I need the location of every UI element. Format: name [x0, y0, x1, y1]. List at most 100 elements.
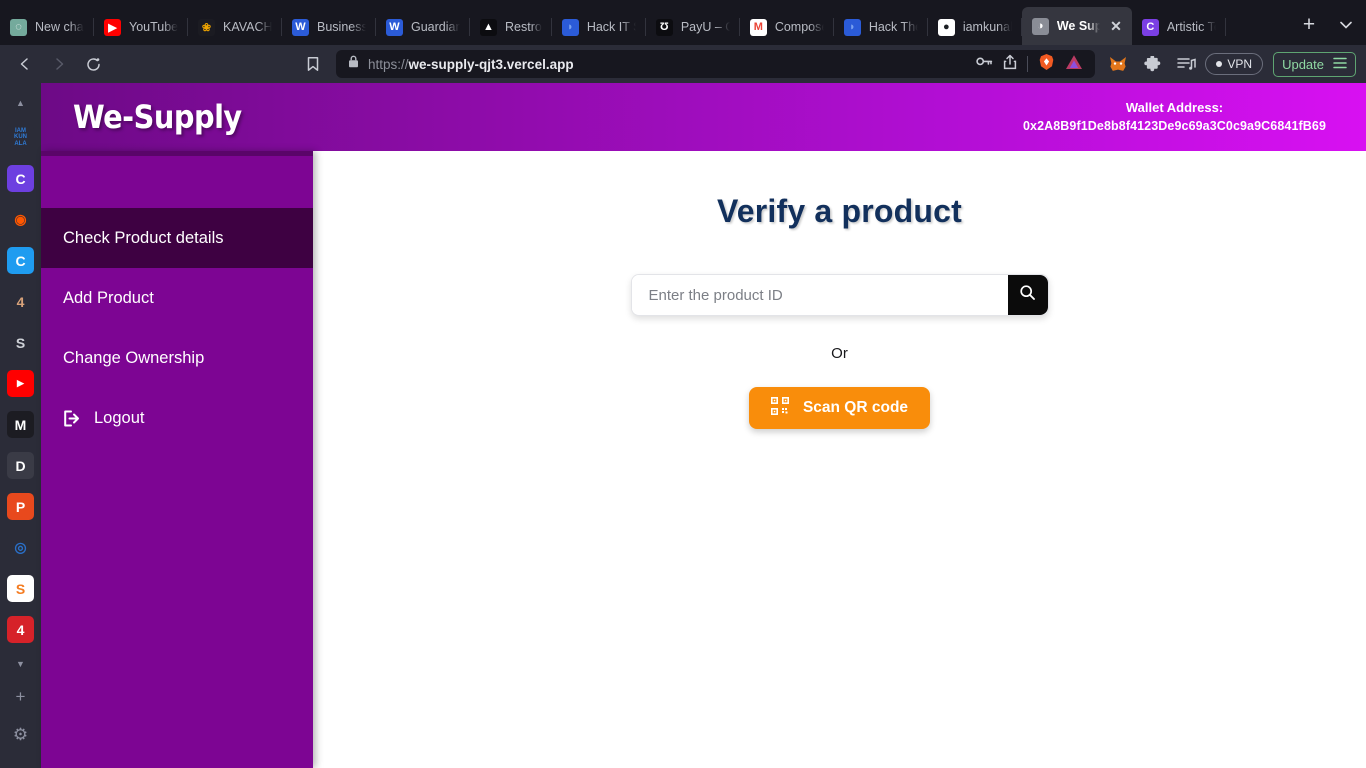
browser-tab[interactable]: ◌ New chat — [0, 9, 94, 45]
browser-content-area: ▲ IAM KUN ALA C ◉ C ὆4 S ▶ M D P ◎ S 4 ▼ + ⚙ We-Supply W… — [0, 83, 1366, 768]
browser-toolbar: https://we-supply-qjt3.vercel.app VPN Up… — [0, 45, 1366, 83]
shield-4-bookmark[interactable]: 4 — [7, 616, 34, 643]
reload-button[interactable] — [78, 50, 108, 78]
browser-tab[interactable]: ◗ Hack The C — [834, 9, 928, 45]
c-blue-bookmark[interactable]: C — [7, 247, 34, 274]
or-separator-text: Or — [831, 345, 848, 362]
payu-icon: Ʊ — [656, 19, 673, 36]
tab-strip: ◌New chat▶YouTube M❀KAVACH 2WBusiness VW… — [0, 0, 1366, 45]
browser-tab[interactable]: ▲ Restro — [470, 9, 552, 45]
forward-button — [44, 50, 74, 78]
browser-tab-title: Hack IT Sa — [587, 20, 636, 34]
bookmark-icon[interactable] — [298, 50, 328, 78]
browser-tab-title: Restro — [505, 20, 542, 34]
settings-gear[interactable]: ⚙ — [13, 725, 28, 745]
browser-tab[interactable]: ◗ Hack IT Sa — [552, 9, 646, 45]
share-icon[interactable] — [1003, 54, 1017, 75]
vercel-icon: ▲ — [480, 19, 497, 36]
iamkunala-bookmark[interactable]: IAM KUN ALA — [7, 124, 34, 151]
sidebar-item-label: Add Product — [63, 289, 154, 308]
sidebar-item-add-product[interactable]: Add Product — [41, 268, 313, 328]
collapse-up-arrow[interactable]: ▲ — [16, 98, 25, 108]
canva-bookmark[interactable]: C — [7, 165, 34, 192]
devfolio-icon: ◗ — [562, 19, 579, 36]
browser-tab-title: Compose — [775, 20, 824, 34]
toolbar-divider — [1027, 56, 1028, 72]
address-bar[interactable]: https://we-supply-qjt3.vercel.app — [336, 50, 1095, 78]
close-icon[interactable]: ✕ — [1110, 19, 1122, 33]
browser-tab-title: PayU – Get — [681, 20, 730, 34]
brave-rewards-triangle-icon[interactable] — [1065, 54, 1083, 75]
youtube-bookmark[interactable]: ▶ — [7, 370, 34, 397]
puzzle-piece-icon[interactable] — [1137, 50, 1167, 78]
new-tab-button[interactable]: + — [1292, 8, 1326, 42]
browser-tab[interactable]: W Business V — [282, 9, 376, 45]
browser-tab[interactable]: W Guardian | — [376, 9, 470, 45]
devfolio-icon: ◗ — [844, 19, 861, 36]
back-button[interactable] — [10, 50, 40, 78]
s-orange-bookmark[interactable]: S — [7, 575, 34, 602]
metamask-fox-icon[interactable] — [1103, 50, 1133, 78]
d-bookmark[interactable]: D — [7, 452, 34, 479]
sidebar-spacer — [41, 156, 313, 208]
brave-playlist-icon[interactable] — [1171, 50, 1201, 78]
word-doc-icon: W — [292, 19, 309, 36]
browser-tab-title: Business V — [317, 20, 366, 34]
browser-tab[interactable]: C Artistic Tex — [1132, 9, 1226, 45]
wallet-label: Wallet Address: — [1023, 99, 1326, 118]
browser-tab[interactable]: ▶ YouTube M — [94, 9, 188, 45]
browser-tab-active[interactable]: ◑ We Sup ✕ — [1022, 7, 1132, 45]
browser-tab-title: YouTube M — [129, 20, 178, 34]
medium-bookmark[interactable]: M — [7, 411, 34, 438]
app-logo[interactable]: We-Supply — [73, 98, 242, 136]
s-bookmark[interactable]: S — [7, 329, 34, 356]
key-icon[interactable] — [976, 55, 993, 73]
browser-tab-title: KAVACH 2 — [223, 20, 272, 34]
scan-qr-code-button[interactable]: Scan QR code — [749, 387, 930, 429]
brave-lion-icon[interactable] — [1038, 53, 1055, 76]
tab-search-chevron-down-icon[interactable] — [1326, 8, 1366, 42]
browser-tab-title: Artistic Tex — [1167, 20, 1216, 34]
web-page: We-Supply Wallet Address: 0x2A8B9f1De8b8… — [41, 83, 1366, 768]
scan-qr-code-label: Scan QR code — [803, 399, 908, 417]
update-label: Update — [1282, 57, 1324, 72]
browser-tab[interactable]: Ʊ PayU – Get — [646, 9, 740, 45]
sidebar-item-check-product-details[interactable]: Check Product details — [41, 208, 313, 268]
kavach-icon: ❀ — [198, 19, 215, 36]
url-text: https://we-supply-qjt3.vercel.app — [368, 57, 574, 72]
github-icon: ● — [938, 19, 955, 36]
browser-tab[interactable]: ● iamkunal9 — [928, 9, 1022, 45]
o-blue-bookmark[interactable]: ◎ — [7, 534, 34, 561]
reddit-bookmark[interactable]: ◉ — [7, 206, 34, 233]
sidebar-item-label: Check Product details — [63, 229, 224, 248]
omnibox-icons — [976, 53, 1083, 76]
browser-tab[interactable]: ❀ KAVACH 2 — [188, 9, 282, 45]
page-title: Verify a product — [717, 193, 962, 230]
search-input[interactable] — [632, 275, 1008, 315]
search-icon — [1019, 284, 1036, 306]
globe-icon: ◑ — [1032, 18, 1049, 35]
sidebar-item-logout[interactable]: Logout — [41, 388, 313, 448]
browser-side-rail: ▲ IAM KUN ALA C ◉ C ὆4 S ▶ M D P ◎ S 4 ▼ + ⚙ — [0, 83, 41, 768]
logout-icon — [63, 410, 82, 427]
app-sidebar: Check Product details Add Product Change… — [41, 151, 313, 768]
vpn-status-dot — [1216, 61, 1222, 67]
update-button[interactable]: Update — [1273, 52, 1356, 77]
app-header: We-Supply Wallet Address: 0x2A8B9f1De8b8… — [41, 83, 1366, 151]
sidebar-item-change-ownership[interactable]: Change Ownership — [41, 328, 313, 388]
browser-window: ◌New chat▶YouTube M❀KAVACH 2WBusiness VW… — [0, 0, 1366, 768]
p-bookmark[interactable]: P — [7, 493, 34, 520]
browser-tab-title: Hack The C — [869, 20, 918, 34]
vpn-button[interactable]: VPN — [1205, 53, 1263, 75]
browser-tab-title: New chat — [35, 20, 84, 34]
youtube-icon: ▶ — [104, 19, 121, 36]
hamburger-menu-icon[interactable] — [1333, 57, 1347, 72]
vpn-label: VPN — [1227, 57, 1252, 71]
qr-code-icon — [771, 397, 789, 420]
browser-tab[interactable]: M Compose — [740, 9, 834, 45]
word-doc-icon: W — [386, 19, 403, 36]
search-button[interactable] — [1008, 275, 1048, 315]
avatar-bookmark[interactable]: ὆4 — [7, 288, 34, 315]
add-bookmark[interactable]: + — [16, 687, 26, 707]
expand-down-arrow[interactable]: ▼ — [16, 659, 25, 669]
